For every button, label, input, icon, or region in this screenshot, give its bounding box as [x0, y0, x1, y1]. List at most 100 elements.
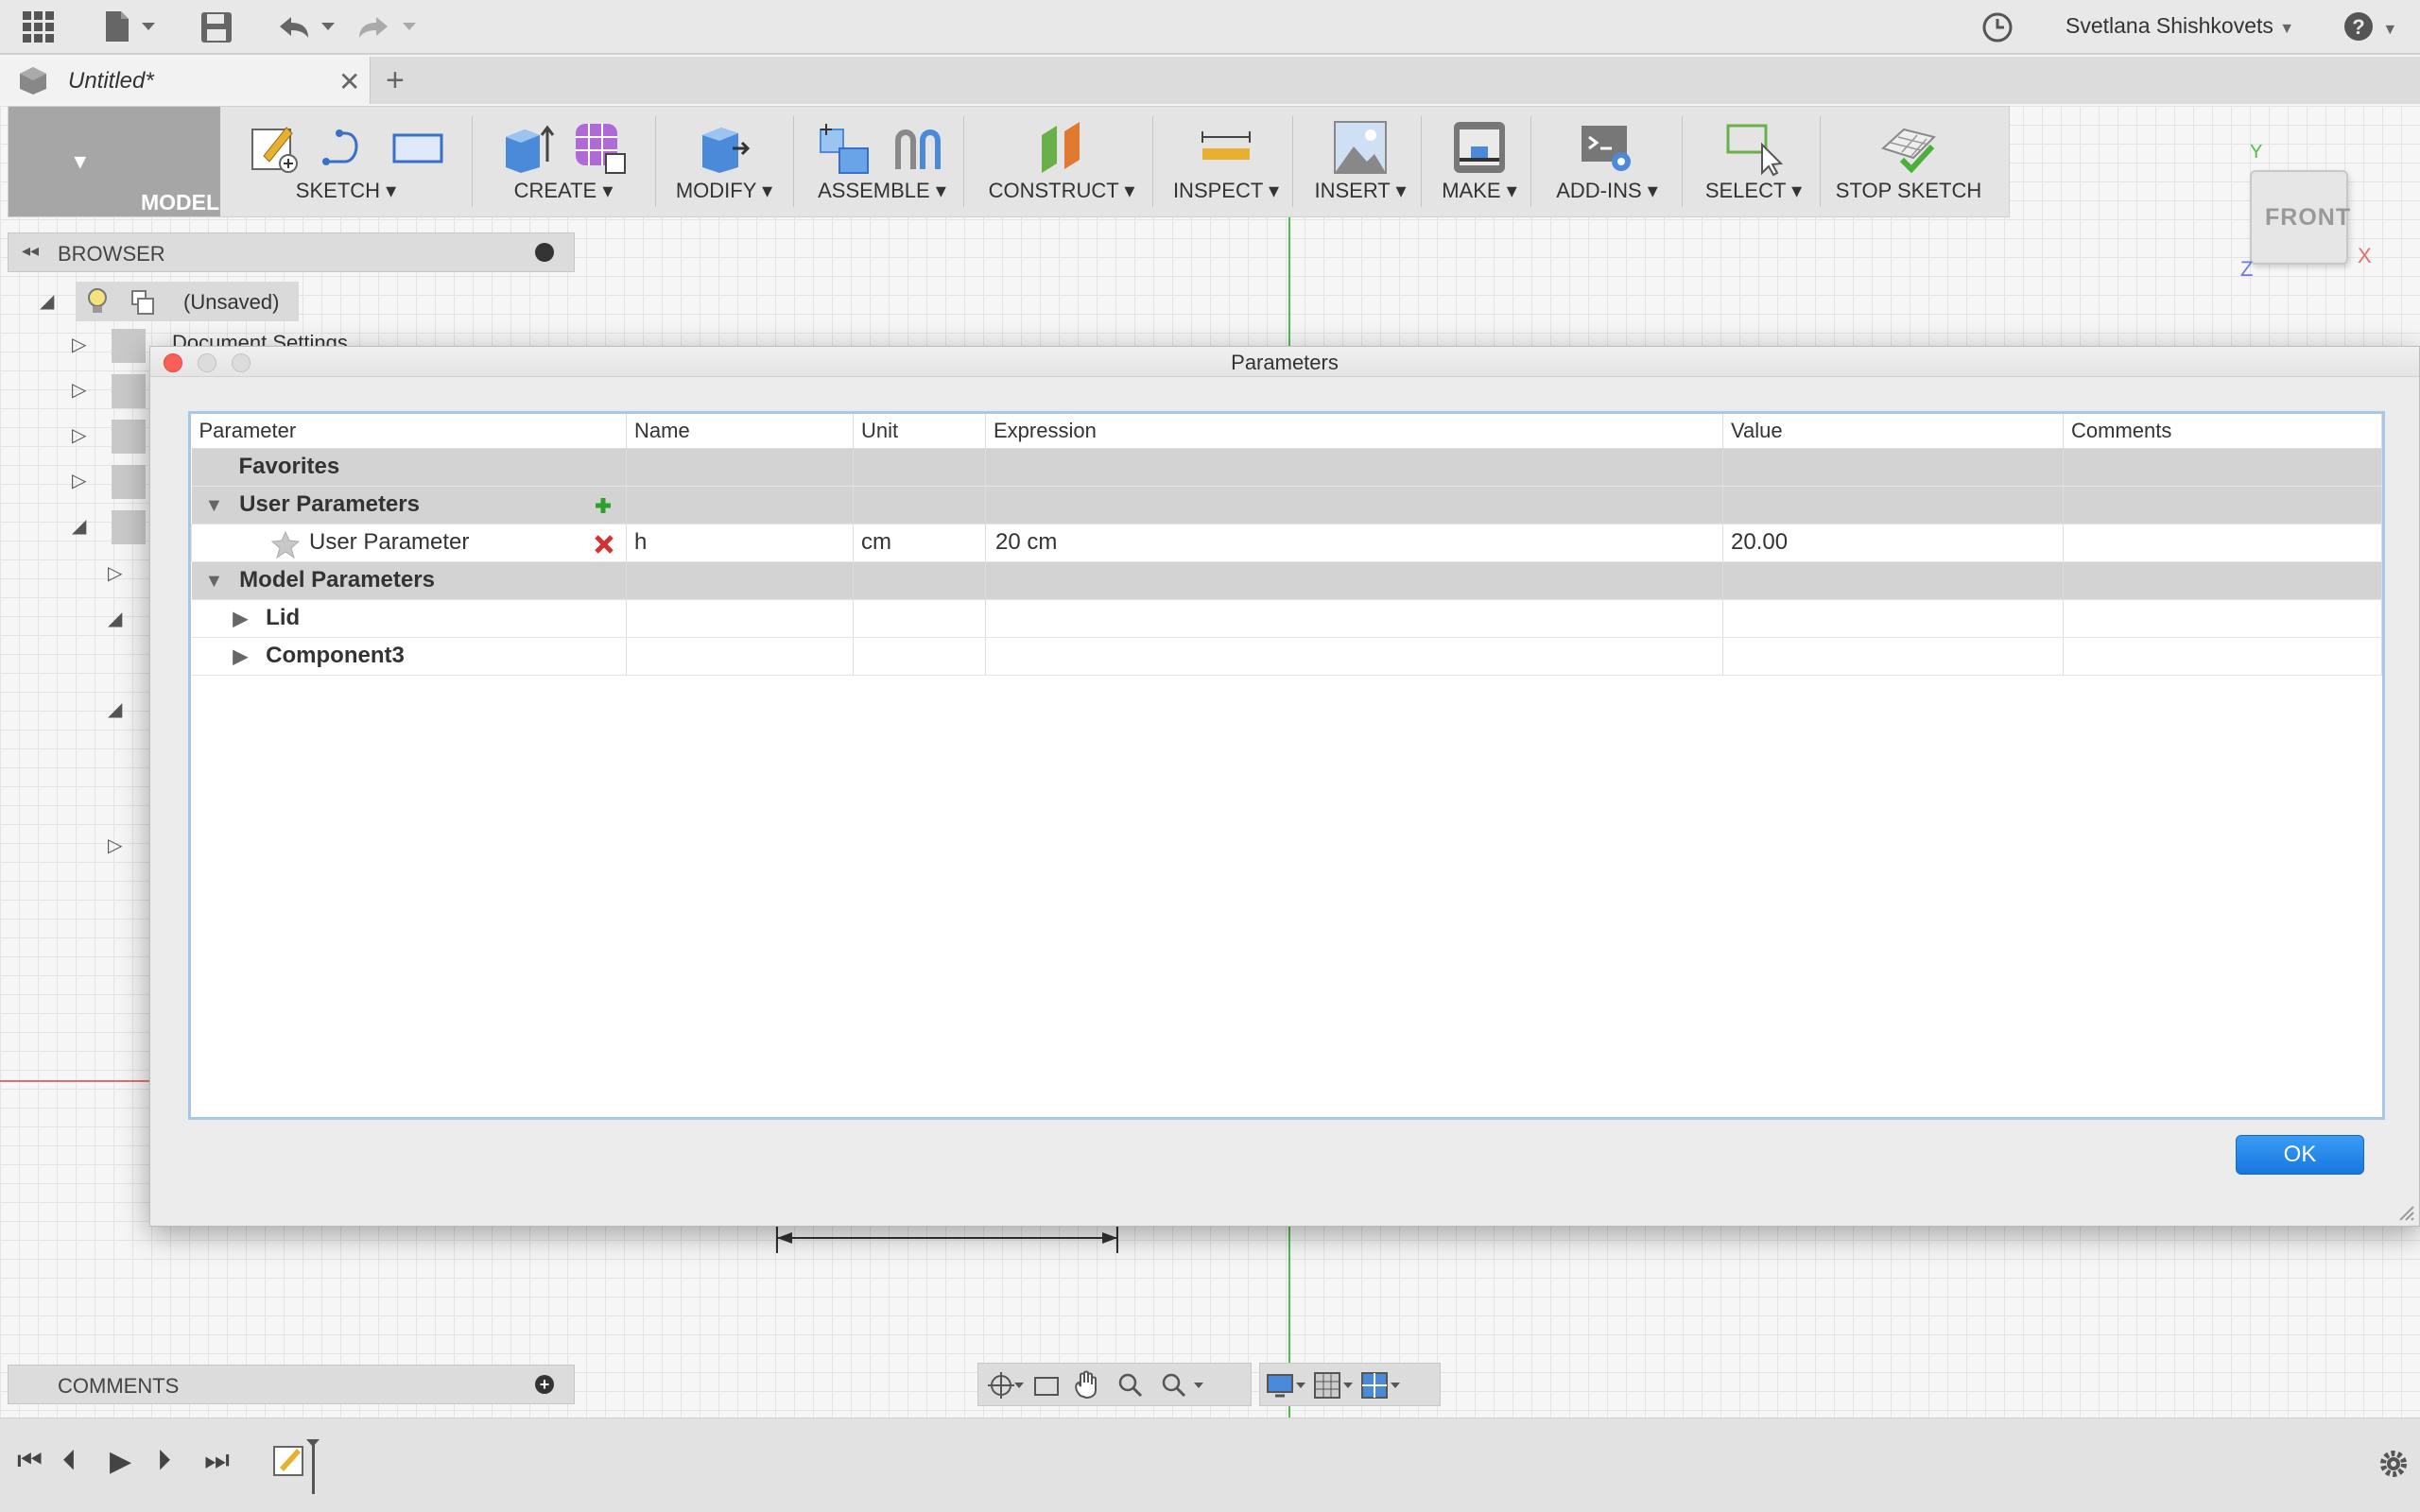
- document-settings-item[interactable]: Document Settings: [172, 331, 371, 346]
- column-header[interactable]: Parameter: [191, 414, 627, 449]
- browser-panel-header[interactable]: ◂◂ BROWSER: [8, 232, 575, 272]
- orbit-icon[interactable]: [988, 1372, 1024, 1399]
- model-parameters-group-row[interactable]: ▼ Model Parameters: [191, 561, 2382, 600]
- grid-snaps-icon[interactable]: [1314, 1372, 1353, 1399]
- go-to-start-icon[interactable]: ⏮: [17, 1445, 43, 1477]
- lightbulb-icon[interactable]: [81, 285, 113, 318]
- step-back-icon[interactable]: ⏴: [62, 1445, 77, 1477]
- expand-triangle-icon[interactable]: ▷: [72, 333, 86, 356]
- column-header[interactable]: Value: [1722, 414, 2064, 449]
- stop-sketch-icon[interactable]: [1879, 118, 1938, 177]
- lightbulb-icon[interactable]: [112, 465, 146, 499]
- expand-triangle-icon[interactable]: ▷: [72, 378, 86, 402]
- expand-triangle-icon[interactable]: ◢: [72, 514, 86, 538]
- cube-front-face[interactable]: FRONT: [2250, 170, 2350, 265]
- new-component-icon[interactable]: [817, 118, 875, 177]
- select-icon[interactable]: [1724, 118, 1783, 177]
- collapse-triangle-icon[interactable]: ▼: [205, 495, 228, 517]
- new-tab-icon[interactable]: +: [386, 62, 405, 99]
- insert-menu[interactable]: INSERT ▾: [1298, 107, 1423, 216]
- look-at-icon[interactable]: [1034, 1377, 1059, 1396]
- play-icon[interactable]: ▶: [110, 1445, 131, 1478]
- press-pull-icon[interactable]: [695, 118, 753, 177]
- workspace-switcher[interactable]: MODEL ▾: [9, 107, 220, 216]
- viewports-icon[interactable]: [1361, 1372, 1400, 1399]
- offset-plane-icon[interactable]: [1032, 118, 1091, 177]
- add-user-parameter-icon[interactable]: [594, 496, 613, 515]
- table-row[interactable]: ▶ Component3: [191, 637, 2382, 676]
- job-status-clock-icon[interactable]: [1979, 9, 2015, 45]
- user-menu[interactable]: Svetlana Shishkovets ▼: [2066, 13, 2294, 39]
- delete-parameter-icon[interactable]: [594, 534, 614, 555]
- timeline-sketch-feature-icon[interactable]: [272, 1435, 329, 1496]
- scripts-addins-icon[interactable]: [1578, 118, 1636, 177]
- construct-menu[interactable]: CONSTRUCT ▾: [969, 107, 1154, 216]
- column-header[interactable]: Expression: [985, 414, 1723, 449]
- stop-sketch-button[interactable]: STOP SKETCH: [1825, 107, 1992, 216]
- timeline-settings-gear-icon[interactable]: [2377, 1447, 2411, 1481]
- parameter-comments-cell[interactable]: [2063, 524, 2382, 562]
- expand-triangle-icon[interactable]: ▶: [233, 607, 256, 630]
- expand-triangle-icon[interactable]: ◢: [108, 607, 122, 630]
- expand-triangle-icon[interactable]: ◢: [108, 697, 122, 721]
- table-row[interactable]: ▶ Lid: [191, 599, 2382, 638]
- expand-triangle-icon[interactable]: ▷: [72, 423, 86, 447]
- column-header[interactable]: Name: [626, 414, 854, 449]
- expand-triangle-icon[interactable]: ◢: [40, 289, 54, 313]
- expand-triangle-icon[interactable]: ▶: [233, 644, 256, 668]
- extrude-icon[interactable]: [498, 118, 557, 177]
- close-tab-icon[interactable]: ✕: [338, 66, 360, 97]
- form-icon[interactable]: [570, 118, 629, 177]
- favorites-group-row[interactable]: Favorites: [191, 448, 2382, 487]
- save-icon[interactable]: [199, 9, 234, 45]
- step-forward-icon[interactable]: ⏵: [157, 1445, 171, 1477]
- create-menu[interactable]: CREATE ▾: [477, 107, 649, 216]
- go-to-end-icon[interactable]: ⏭: [204, 1445, 230, 1477]
- expand-triangle-icon[interactable]: ▷: [108, 833, 122, 857]
- fit-icon[interactable]: [1162, 1373, 1203, 1398]
- add-comment-icon[interactable]: +: [535, 1375, 554, 1394]
- document-tab[interactable]: Untitled* ✕: [0, 57, 371, 104]
- column-header[interactable]: Comments: [2063, 414, 2382, 449]
- add-ins-menu[interactable]: ADD-INS ▾: [1536, 107, 1678, 216]
- pan-hand-icon[interactable]: [1075, 1370, 1097, 1400]
- make-menu[interactable]: MAKE ▾: [1426, 107, 1532, 216]
- file-menu-icon[interactable]: [102, 9, 163, 45]
- redo-icon[interactable]: [355, 9, 422, 45]
- dialog-title-bar[interactable]: Parameters: [150, 347, 2419, 377]
- sketch-menu[interactable]: SKETCH ▾: [228, 107, 464, 216]
- browser-root-item[interactable]: (Unsaved): [76, 282, 299, 321]
- line-tool-icon[interactable]: [317, 118, 375, 177]
- table-row[interactable]: User Parameter h cm 20 cm 20.00: [191, 524, 2382, 562]
- collapse-left-icon[interactable]: ◂◂: [22, 241, 39, 261]
- zoom-icon[interactable]: [1118, 1373, 1143, 1398]
- expand-triangle-icon[interactable]: ▷: [108, 561, 122, 585]
- expand-triangle-icon[interactable]: ▷: [72, 469, 86, 492]
- lightbulb-icon[interactable]: [112, 510, 146, 544]
- parameter-expression-cell[interactable]: 20 cm: [985, 524, 1723, 562]
- 3d-print-icon[interactable]: [1450, 118, 1509, 177]
- ok-button[interactable]: OK: [2236, 1135, 2364, 1175]
- joint-icon[interactable]: [889, 118, 947, 177]
- view-cube[interactable]: Y FRONT X Z: [2240, 142, 2373, 284]
- measure-icon[interactable]: [1197, 118, 1255, 177]
- select-menu[interactable]: SELECT ▾: [1687, 107, 1820, 216]
- help-menu[interactable]: ? ▼: [2342, 9, 2397, 43]
- inspect-menu[interactable]: INSPECT ▾: [1158, 107, 1294, 216]
- insert-image-icon[interactable]: [1331, 118, 1390, 177]
- assemble-menu[interactable]: ASSEMBLE ▾: [799, 107, 965, 216]
- app-grid-icon[interactable]: [21, 9, 57, 45]
- parameter-unit-cell[interactable]: cm: [853, 524, 986, 562]
- minimize-panel-icon[interactable]: [535, 243, 554, 262]
- comments-panel-header[interactable]: COMMENTS +: [8, 1365, 575, 1404]
- user-parameters-group-row[interactable]: ▼ User Parameters: [191, 486, 2382, 524]
- resize-grip-icon[interactable]: [2394, 1201, 2415, 1222]
- collapse-triangle-icon[interactable]: ▼: [205, 571, 228, 593]
- column-header[interactable]: Unit: [853, 414, 986, 449]
- create-sketch-icon[interactable]: [245, 118, 303, 177]
- lightbulb-icon[interactable]: [112, 420, 146, 454]
- rectangle-tool-icon[interactable]: [389, 118, 447, 177]
- modify-menu[interactable]: MODIFY ▾: [661, 107, 787, 216]
- favorite-star-icon[interactable]: [271, 530, 300, 558]
- parameter-name-cell[interactable]: h: [626, 524, 854, 562]
